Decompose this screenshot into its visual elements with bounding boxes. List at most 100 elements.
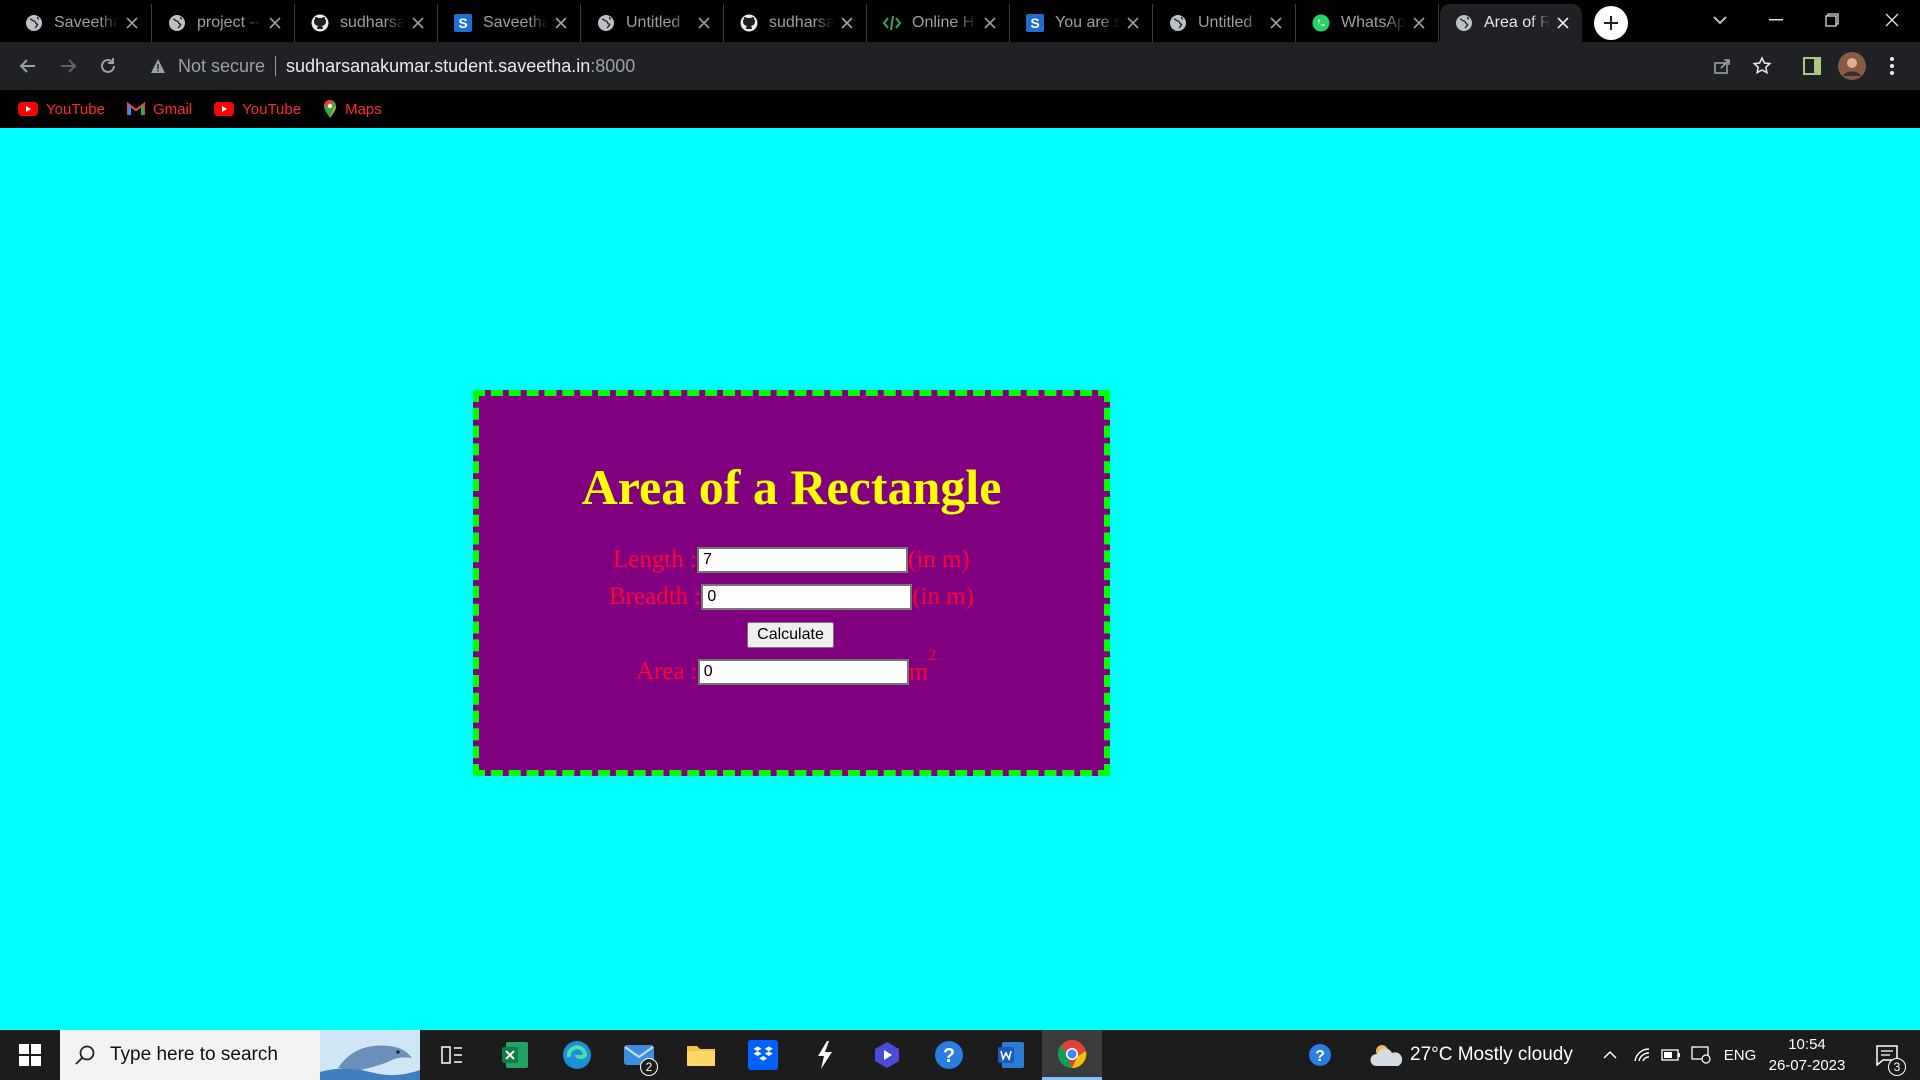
globe-icon — [596, 13, 616, 33]
close-tab-icon[interactable] — [266, 14, 284, 32]
close-tab-icon[interactable] — [695, 14, 713, 32]
breadth-unit: (in m) — [912, 583, 975, 610]
help-icon: ? — [935, 1041, 963, 1069]
restore-button[interactable] — [1804, 0, 1860, 40]
tab-title: Saveetha — [483, 14, 548, 31]
language-indicator[interactable]: ENG — [1720, 1030, 1760, 1080]
bookmark-item[interactable]: YouTube — [214, 101, 301, 118]
excel-app[interactable] — [490, 1030, 540, 1080]
dropbox-app[interactable] — [738, 1030, 788, 1080]
new-tab-button[interactable] — [1594, 6, 1628, 40]
area-output[interactable] — [697, 658, 909, 685]
network-button[interactable] — [1630, 1030, 1654, 1080]
close-tab-icon[interactable] — [1267, 14, 1285, 32]
volume-button[interactable] — [1688, 1030, 1714, 1080]
globe-icon — [1168, 13, 1188, 33]
calculate-button[interactable]: Calculate — [747, 622, 834, 648]
close-tab-icon[interactable] — [1124, 14, 1142, 32]
clock[interactable]: 10:54 26-07-2023 — [1762, 1030, 1852, 1080]
youtube-icon — [18, 102, 38, 116]
taskbar: Type here to search 2 ? ? 27°C Mostly cl… — [0, 1030, 1920, 1080]
bookmark-item[interactable]: YouTube — [18, 101, 105, 118]
close-window-button[interactable] — [1864, 0, 1920, 40]
share-button[interactable] — [1708, 52, 1736, 80]
file-explorer-app[interactable] — [676, 1030, 726, 1080]
close-tab-icon[interactable] — [981, 14, 999, 32]
search-placeholder: Type here to search — [110, 1044, 278, 1065]
url-host[interactable]: sudharsanakumar.student.saveetha.in — [286, 56, 590, 77]
edge-app[interactable] — [552, 1030, 602, 1080]
globe-icon — [24, 13, 44, 33]
snip-app[interactable] — [800, 1030, 850, 1080]
breadth-input[interactable] — [701, 584, 913, 610]
whatsapp-icon — [1311, 13, 1331, 33]
notification-count: 3 — [1888, 1058, 1906, 1076]
menu-button[interactable] — [1878, 52, 1906, 80]
browser-tab[interactable]: project -- — [153, 4, 295, 42]
minimize-button[interactable] — [1748, 0, 1804, 40]
word-app[interactable] — [986, 1030, 1036, 1080]
close-icon — [1885, 13, 1899, 27]
taskbar-search[interactable]: Type here to search — [60, 1030, 420, 1080]
url-port[interactable]: :8000 — [590, 56, 635, 77]
browser-tab[interactable]: Online H — [868, 4, 1010, 42]
reload-button[interactable] — [94, 52, 122, 80]
notifications-button[interactable]: 3 — [1862, 1030, 1912, 1080]
profile-button[interactable] — [1838, 52, 1866, 80]
tab-title: Area of R — [1484, 14, 1550, 31]
video-editor-app[interactable] — [862, 1030, 912, 1080]
mail-badge: 2 — [640, 1058, 658, 1076]
browser-tab[interactable]: S You are s — [1011, 4, 1153, 42]
breadth-row: Breadth : (in m) — [609, 583, 974, 611]
browser-tab[interactable]: Saveetha — [10, 4, 152, 42]
area-unit-exponent: 2 — [928, 647, 937, 664]
close-tab-icon[interactable] — [1410, 14, 1428, 32]
page-title: Area of a Rectangle — [581, 459, 1002, 515]
github-icon — [739, 13, 759, 33]
get-help-app[interactable]: ? — [924, 1030, 974, 1080]
wifi-icon — [1634, 1048, 1650, 1062]
battery-button[interactable] — [1658, 1030, 1684, 1080]
browser-tab[interactable]: sudharsanakumar — [725, 4, 867, 42]
browser-tab[interactable]: WhatsApp — [1297, 4, 1439, 42]
length-input[interactable] — [697, 547, 909, 573]
arrow-left-icon — [19, 59, 35, 73]
bookmark-label: YouTube — [46, 100, 105, 118]
weather-widget[interactable]: 27°C Mostly cloudy — [1370, 1030, 1580, 1080]
bookmark-star-button[interactable] — [1748, 52, 1776, 80]
side-panel-button[interactable] — [1798, 52, 1826, 80]
bookmark-item[interactable]: Gmail — [126, 101, 192, 118]
bookmark-item[interactable]: Maps — [323, 99, 382, 119]
browser-tab[interactable]: Area of R — [1440, 4, 1582, 42]
folder-icon — [687, 1046, 715, 1066]
start-button[interactable] — [0, 1030, 60, 1080]
mail-app[interactable]: 2 — [614, 1030, 664, 1080]
close-tab-icon[interactable] — [552, 14, 570, 32]
address-bar[interactable]: Not secure sudharsanakumar.student.savee… — [136, 48, 1766, 84]
show-hidden-icons-button[interactable] — [1598, 1030, 1622, 1080]
edge-icon — [563, 1041, 591, 1069]
security-status[interactable]: Not secure — [178, 56, 265, 77]
chrome-app[interactable] — [1042, 1030, 1102, 1080]
close-tab-icon[interactable] — [1554, 14, 1572, 32]
close-tab-icon[interactable] — [409, 14, 427, 32]
cloud-icon — [1370, 1045, 1403, 1066]
task-view-button[interactable] — [430, 1030, 474, 1080]
browser-tab[interactable]: sudharsanakumar — [296, 4, 438, 42]
back-button[interactable] — [14, 52, 42, 80]
bookmarks-bar: YouTube Gmail YouTube Maps — [0, 90, 1920, 128]
browser-tab[interactable]: Untitled — [582, 4, 724, 42]
weather-text: 27°C Mostly cloudy — [1410, 1044, 1573, 1065]
browser-tab[interactable]: Untitled — [1154, 4, 1296, 42]
close-tab-icon[interactable] — [838, 14, 856, 32]
help-tray-button[interactable]: ? — [1300, 1030, 1340, 1080]
clock-time: 10:54 — [1788, 1036, 1826, 1053]
tab-title: project -- — [197, 14, 261, 31]
tab-search-button[interactable] — [1692, 0, 1748, 40]
browser-tab[interactable]: S Saveetha — [439, 4, 581, 42]
lightning-icon — [818, 1041, 832, 1069]
address-divider — [275, 56, 277, 76]
close-tab-icon[interactable] — [123, 14, 141, 32]
forward-button[interactable] — [54, 52, 82, 80]
word-icon — [998, 1042, 1024, 1068]
